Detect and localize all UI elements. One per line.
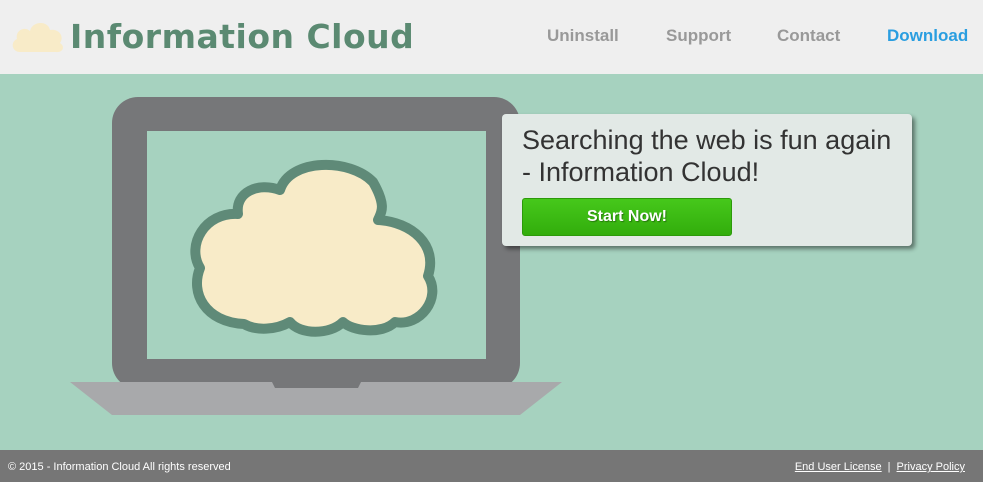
hero-headline: Searching the web is fun again - Informa… bbox=[522, 125, 892, 187]
footer-separator: | bbox=[887, 461, 891, 473]
privacy-policy-link[interactable]: Privacy Policy bbox=[897, 461, 965, 473]
page: Information Cloud Uninstall Support Cont… bbox=[0, 0, 983, 482]
hero-callout: Searching the web is fun again - Informa… bbox=[502, 114, 912, 246]
start-now-button[interactable]: Start Now! bbox=[522, 198, 732, 236]
copyright-text: © 2015 - Information Cloud All rights re… bbox=[8, 461, 231, 473]
end-user-license-link[interactable]: End User License bbox=[795, 461, 882, 473]
footer: © 2015 - Information Cloud All rights re… bbox=[0, 450, 983, 482]
footer-links: End User License | Privacy Policy bbox=[795, 461, 965, 473]
